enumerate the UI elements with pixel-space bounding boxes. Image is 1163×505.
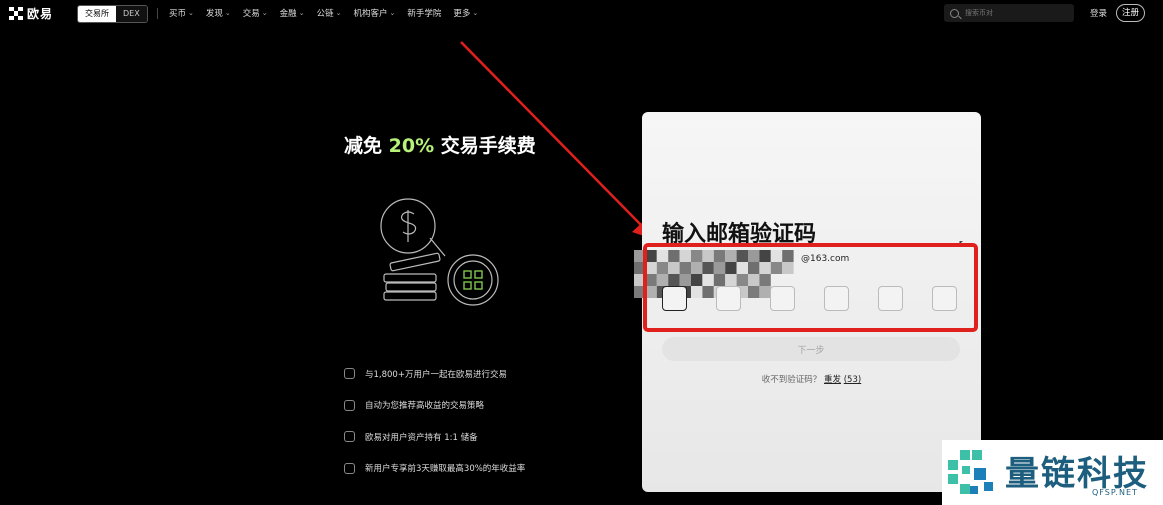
watermark: 量链科技 QFSP.NET: [942, 440, 1163, 505]
resend-row: 收不到验证码？ 重发 (53): [642, 373, 981, 385]
resend-countdown: (53): [843, 375, 862, 385]
next-step-button[interactable]: 下一步: [662, 337, 960, 361]
watermark-logo-icon: [948, 450, 993, 494]
annotation-highlight-box: [643, 243, 978, 332]
watermark-subtext: QFSP.NET: [1092, 488, 1138, 497]
resend-prompt: 收不到验证码？: [761, 375, 822, 385]
annotation-arrow: [460, 41, 656, 240]
resend-link[interactable]: 重发: [824, 375, 841, 385]
